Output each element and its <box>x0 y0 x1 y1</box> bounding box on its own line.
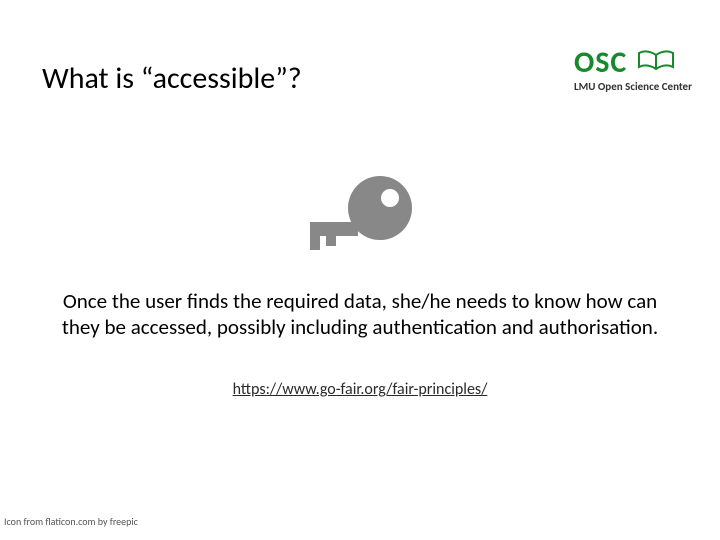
logo-acronym: OSC <box>574 48 627 78</box>
logo-subtitle: LMU Open Science Center <box>574 80 692 93</box>
key-icon <box>300 170 420 275</box>
icon-credit: Icon from flaticon.com by freepic <box>4 515 138 528</box>
body-paragraph: Once the user finds the required data, s… <box>60 288 660 341</box>
book-icon <box>637 49 675 78</box>
osc-logo: OSC LMU Open Science Center <box>574 48 692 93</box>
source-link[interactable]: https://www.go-fair.org/fair-principles/ <box>0 380 720 399</box>
slide-title: What is “accessible”? <box>42 60 302 97</box>
